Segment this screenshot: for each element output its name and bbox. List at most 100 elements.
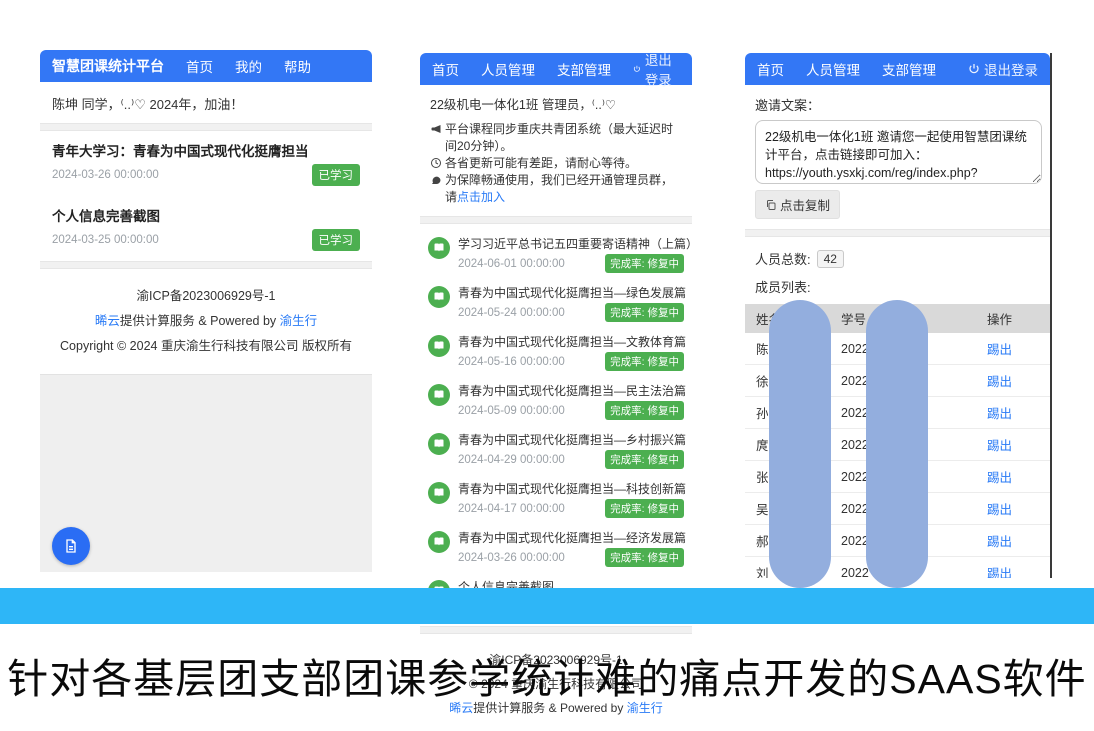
list-item: 青春为中国式现代化挺膺担当—文教体育篇 2024-05-16 00:00:00 完… <box>428 328 684 377</box>
book-icon <box>428 384 450 406</box>
copyright-text: Copyright © 2024 重庆渝生行科技有限公司 版权所有 <box>40 335 372 354</box>
admin-navbar: 首页 人员管理 支部管理 退出登录 <box>745 53 1050 85</box>
nav-home[interactable]: 首页 <box>757 59 784 79</box>
course-title: 青春为中国式现代化挺膺担当—乡村振兴篇 <box>458 431 684 448</box>
kick-out-link[interactable]: 踢出 <box>987 371 1050 390</box>
notice-block: 平台课程同步重庆共青团系统（最大延迟时间20分钟）。 各省更新可能有差距，请耐心… <box>420 119 692 216</box>
list-item: 青春为中国式现代化挺膺担当—科技创新篇 2024-04-17 00:00:00完… <box>428 475 684 524</box>
list-item: 个人信息完善截图 2024-03-25 00:00:00 已学习 <box>40 196 372 261</box>
book-icon <box>428 482 450 504</box>
speech-bubble-icon <box>430 174 442 186</box>
logout-button[interactable]: 退出登录 <box>968 59 1038 79</box>
page-background-area <box>40 374 372 572</box>
document-icon <box>63 538 79 554</box>
course-date: 2024-05-16 00:00:00 <box>458 356 565 368</box>
app-brand: 智慧团课统计平台 <box>52 56 164 76</box>
document-fab-button[interactable] <box>52 527 90 565</box>
host-provider-link[interactable]: 晞云 <box>95 314 120 328</box>
kick-out-link[interactable]: 踢出 <box>987 499 1050 518</box>
list-item: 青春为中国式现代化挺膺担当—经济发展篇 2024-03-26 00:00:00 完… <box>428 524 684 573</box>
kick-out-link[interactable]: 踢出 <box>987 467 1050 486</box>
invite-textarea[interactable]: 22级机电一体化1班 邀请您一起使用智慧团课统计平台，点击链接即可加入：http… <box>755 120 1042 184</box>
book-icon <box>428 433 450 455</box>
nav-branch[interactable]: 支部管理 <box>557 59 611 79</box>
course-date: 2024-05-24 00:00:00 <box>458 307 565 319</box>
course-date: 2024-03-26 00:00:00 <box>458 552 565 564</box>
invite-label: 邀请文案： <box>745 85 1050 120</box>
power-icon <box>968 63 980 75</box>
course-title: 青春为中国式现代化挺膺担当—绿色发展篇 <box>458 284 684 301</box>
nav-home[interactable]: 首页 <box>432 59 459 79</box>
list-item: 青春为中国式现代化挺膺担当—民主法治篇 2024-05-09 00:00:00 完… <box>428 377 684 426</box>
list-item: 学习习近平总书记五四重要寄语精神（上篇） 2024-06-01 00:00:00… <box>428 230 684 279</box>
member-count-badge: 42 <box>817 250 844 268</box>
power-icon <box>633 63 641 75</box>
logout-button[interactable]: 退出登录 <box>633 49 680 89</box>
hosting-line: 晞云提供计算服务 & Powered by 渝生行 <box>40 310 372 329</box>
section-divider <box>40 123 372 131</box>
clock-icon <box>430 157 442 169</box>
list-item: 青春为中国式现代化挺膺担当—绿色发展篇 2024-05-24 00:00:00 完… <box>428 279 684 328</box>
nav-members[interactable]: 人员管理 <box>481 59 535 79</box>
course-date: 2024-06-01 00:00:00 <box>458 258 565 270</box>
learned-badge: 已学习 <box>312 229 361 251</box>
kick-out-link[interactable]: 踢出 <box>987 339 1050 358</box>
course-title: 青春为中国式现代化挺膺担当—民主法治篇 <box>458 382 684 399</box>
kick-out-link[interactable]: 踢出 <box>987 403 1050 422</box>
join-group-link[interactable]: 点击加入 <box>457 190 505 204</box>
admin-greeting: 22级机电一体化1班 管理员，⁽..⁾♡ <box>420 85 692 119</box>
student-navbar: 智慧团课统计平台 首页 我的 帮助 <box>40 50 372 82</box>
course-list: 学习习近平总书记五四重要寄语精神（上篇） 2024-06-01 00:00:00… <box>420 224 692 626</box>
book-icon <box>428 286 450 308</box>
section-divider <box>420 626 692 634</box>
course-date: 2024-03-26 00:00:00 <box>52 169 159 181</box>
course-date: 2024-04-29 00:00:00 <box>458 454 565 466</box>
completion-badge: 完成率: 修复中 <box>605 450 684 469</box>
learned-badge: 已学习 <box>312 164 361 186</box>
student-footer: 渝ICP备2023006929号-1 晞云提供计算服务 & Powered by… <box>40 269 372 366</box>
course-title: 青年大学习：青春为中国式现代化挺膺担当 <box>52 140 360 160</box>
completion-badge: 完成率: 修复中 <box>605 303 684 322</box>
member-total: 人员总数: 42 <box>745 237 1050 270</box>
list-item: 青春为中国式现代化挺膺担当—乡村振兴篇 2024-04-29 00:00:00 完… <box>428 426 684 475</box>
admin-navbar: 首页 人员管理 支部管理 退出登录 <box>420 53 692 85</box>
section-divider <box>420 216 692 224</box>
completion-badge: 完成率: 修复中 <box>605 254 684 273</box>
course-title: 青春为中国式现代化挺膺担当—经济发展篇 <box>458 529 684 546</box>
student-app-panel: 智慧团课统计平台 首页 我的 帮助 陈坤 同学，⁽..⁾♡ 2024年，加油！ … <box>40 50 372 572</box>
book-icon <box>428 531 450 553</box>
student-greeting: 陈坤 同学，⁽..⁾♡ 2024年，加油！ <box>40 82 372 123</box>
megaphone-icon <box>430 123 442 135</box>
kick-out-link[interactable]: 踢出 <box>987 531 1050 550</box>
copy-icon <box>765 199 777 211</box>
completion-badge: 完成率: 修复中 <box>605 352 684 371</box>
list-item: 青年大学习：青春为中国式现代化挺膺担当 2024-03-26 00:00:00 … <box>40 131 372 196</box>
nav-home[interactable]: 首页 <box>186 56 213 76</box>
icp-number: 渝ICP备2023006929号-1 <box>40 285 372 304</box>
nav-members[interactable]: 人员管理 <box>806 59 860 79</box>
notice-line: 平台课程同步重庆共青团系统（最大延迟时间20分钟）。 <box>430 121 682 155</box>
col-action: 操作 <box>987 309 1050 328</box>
page: 智慧团课统计平台 首页 我的 帮助 陈坤 同学，⁽..⁾♡ 2024年，加油！ … <box>0 0 1094 731</box>
notice-line: 为保障畅通使用，我们已经开通管理员群，请点击加入 <box>430 172 682 206</box>
course-date: 2024-05-09 00:00:00 <box>458 405 565 417</box>
kick-out-link[interactable]: 踢出 <box>987 563 1050 578</box>
notice-line: 各省更新可能有差距，请耐心等待。 <box>430 155 682 172</box>
nav-help[interactable]: 帮助 <box>284 56 311 76</box>
book-icon <box>428 237 450 259</box>
member-total-label: 人员总数: <box>755 249 811 268</box>
copy-button[interactable]: 点击复制 <box>755 190 840 219</box>
course-title: 青春为中国式现代化挺膺担当—文教体育篇 <box>458 333 684 350</box>
page-caption: 针对各基层团支部团课参学统计难的痛点开发的SAAS软件 <box>0 645 1094 705</box>
book-icon <box>428 335 450 357</box>
nav-mine[interactable]: 我的 <box>235 56 262 76</box>
completion-badge: 完成率: 修复中 <box>605 401 684 420</box>
nav-branch[interactable]: 支部管理 <box>882 59 936 79</box>
privacy-bar-ids <box>866 300 928 588</box>
section-divider <box>745 229 1050 237</box>
course-title: 学习习近平总书记五四重要寄语精神（上篇） <box>458 235 684 252</box>
course-title: 青春为中国式现代化挺膺担当—科技创新篇 <box>458 480 684 497</box>
kick-out-link[interactable]: 踢出 <box>987 435 1050 454</box>
completion-badge: 完成率: 修复中 <box>605 548 684 567</box>
powered-by-link[interactable]: 渝生行 <box>280 314 318 328</box>
